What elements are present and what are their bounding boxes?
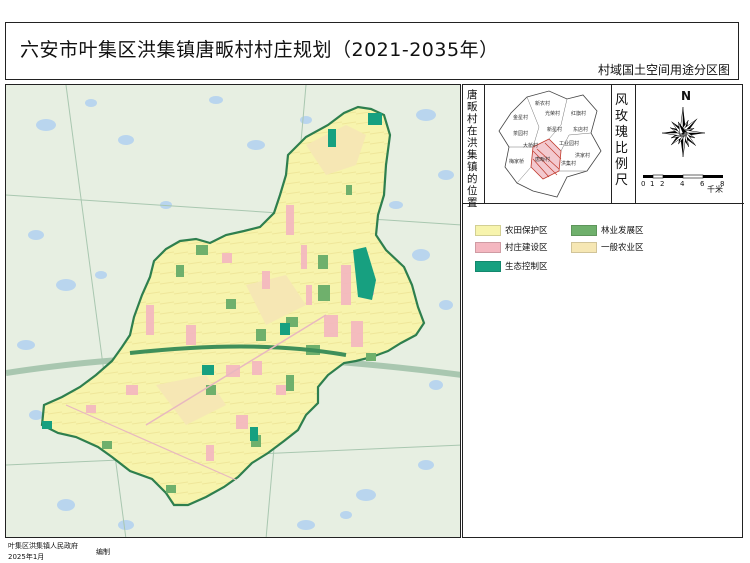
place-name: 东店村 bbox=[573, 126, 588, 133]
panel-divider bbox=[635, 85, 636, 203]
place-name: 工业园村 bbox=[559, 140, 579, 147]
main-map-canvas bbox=[6, 85, 460, 537]
map-title: 六安市叶集区洪集镇唐畈村村庄规划（2021-2035年） bbox=[20, 39, 499, 61]
footer-date: 2025年1月 bbox=[8, 553, 45, 561]
place-name: 洪集村 bbox=[561, 160, 576, 167]
rose-scale-label: 风玫瑰比例尺 bbox=[615, 93, 629, 188]
legend-item-ecological-control: 生态控制区 bbox=[475, 259, 548, 273]
north-label: N bbox=[681, 89, 692, 103]
place-name: 光荣村 bbox=[545, 110, 560, 117]
place-name: 大桥村 bbox=[523, 142, 538, 149]
legend-label: 林业发展区 bbox=[601, 226, 644, 236]
legend-swatch bbox=[475, 260, 501, 272]
main-map[interactable] bbox=[5, 84, 461, 538]
place-name: 新农村 bbox=[535, 100, 550, 107]
scale-tick: 4 bbox=[680, 180, 685, 188]
legend-item-forestry: 林业发展区 bbox=[571, 223, 644, 237]
place-name: 梅家桥 bbox=[509, 158, 524, 165]
scale-tick: 0 bbox=[641, 180, 645, 188]
place-name: 金星村 bbox=[513, 114, 528, 121]
place-name: 茶园村 bbox=[513, 130, 528, 137]
place-name: 新星村 bbox=[547, 126, 562, 133]
place-name: 红旗村 bbox=[571, 110, 586, 117]
map-subtitle: 村域国土空间用途分区图 bbox=[597, 63, 730, 77]
legend-swatch bbox=[571, 241, 597, 253]
side-panel: 唐畈村在洪集镇的位置 新农村 金星村 光荣村 红旗村 茶园村 东店村 新星村 大… bbox=[462, 84, 744, 538]
legend-label: 农田保护区 bbox=[505, 226, 548, 236]
title-block: 六安市叶集区洪集镇唐畈村村庄规划（2021-2035年） 村域国土空间用途分区图 bbox=[5, 22, 739, 80]
legend-swatch bbox=[571, 224, 597, 236]
scale-unit: 千米 bbox=[707, 185, 723, 194]
legend-label: 村庄建设区 bbox=[505, 243, 548, 253]
legend-item-village-construction: 村庄建设区 bbox=[475, 240, 548, 254]
panel-divider bbox=[484, 85, 485, 203]
place-name: 唐畈村 bbox=[535, 156, 550, 163]
location-label: 唐畈村在洪集镇的位置 bbox=[467, 89, 478, 209]
legend-label: 一般农业区 bbox=[601, 243, 644, 253]
legend-item-farmland-protection: 农田保护区 bbox=[475, 223, 548, 237]
compass-rose-icon bbox=[661, 106, 706, 158]
footer-organization: 叶集区洪集镇人民政府 bbox=[8, 542, 78, 550]
scale-tick: 1 bbox=[650, 180, 654, 188]
legend-swatch bbox=[475, 224, 501, 236]
scale-tick: 2 bbox=[660, 180, 664, 188]
legend-item-general-agriculture: 一般农业区 bbox=[571, 240, 644, 254]
legend-label: 生态控制区 bbox=[505, 262, 548, 272]
location-inset-map: 新农村 金星村 光荣村 红旗村 茶园村 东店村 新星村 大桥村 工业园村 洪家村… bbox=[498, 90, 602, 198]
panel-divider bbox=[611, 85, 612, 203]
footer-role: 编制 bbox=[96, 548, 110, 556]
panel-divider bbox=[463, 203, 744, 204]
place-name: 洪家村 bbox=[575, 152, 590, 159]
scale-tick: 6 bbox=[700, 180, 705, 188]
legend-swatch bbox=[475, 241, 501, 253]
